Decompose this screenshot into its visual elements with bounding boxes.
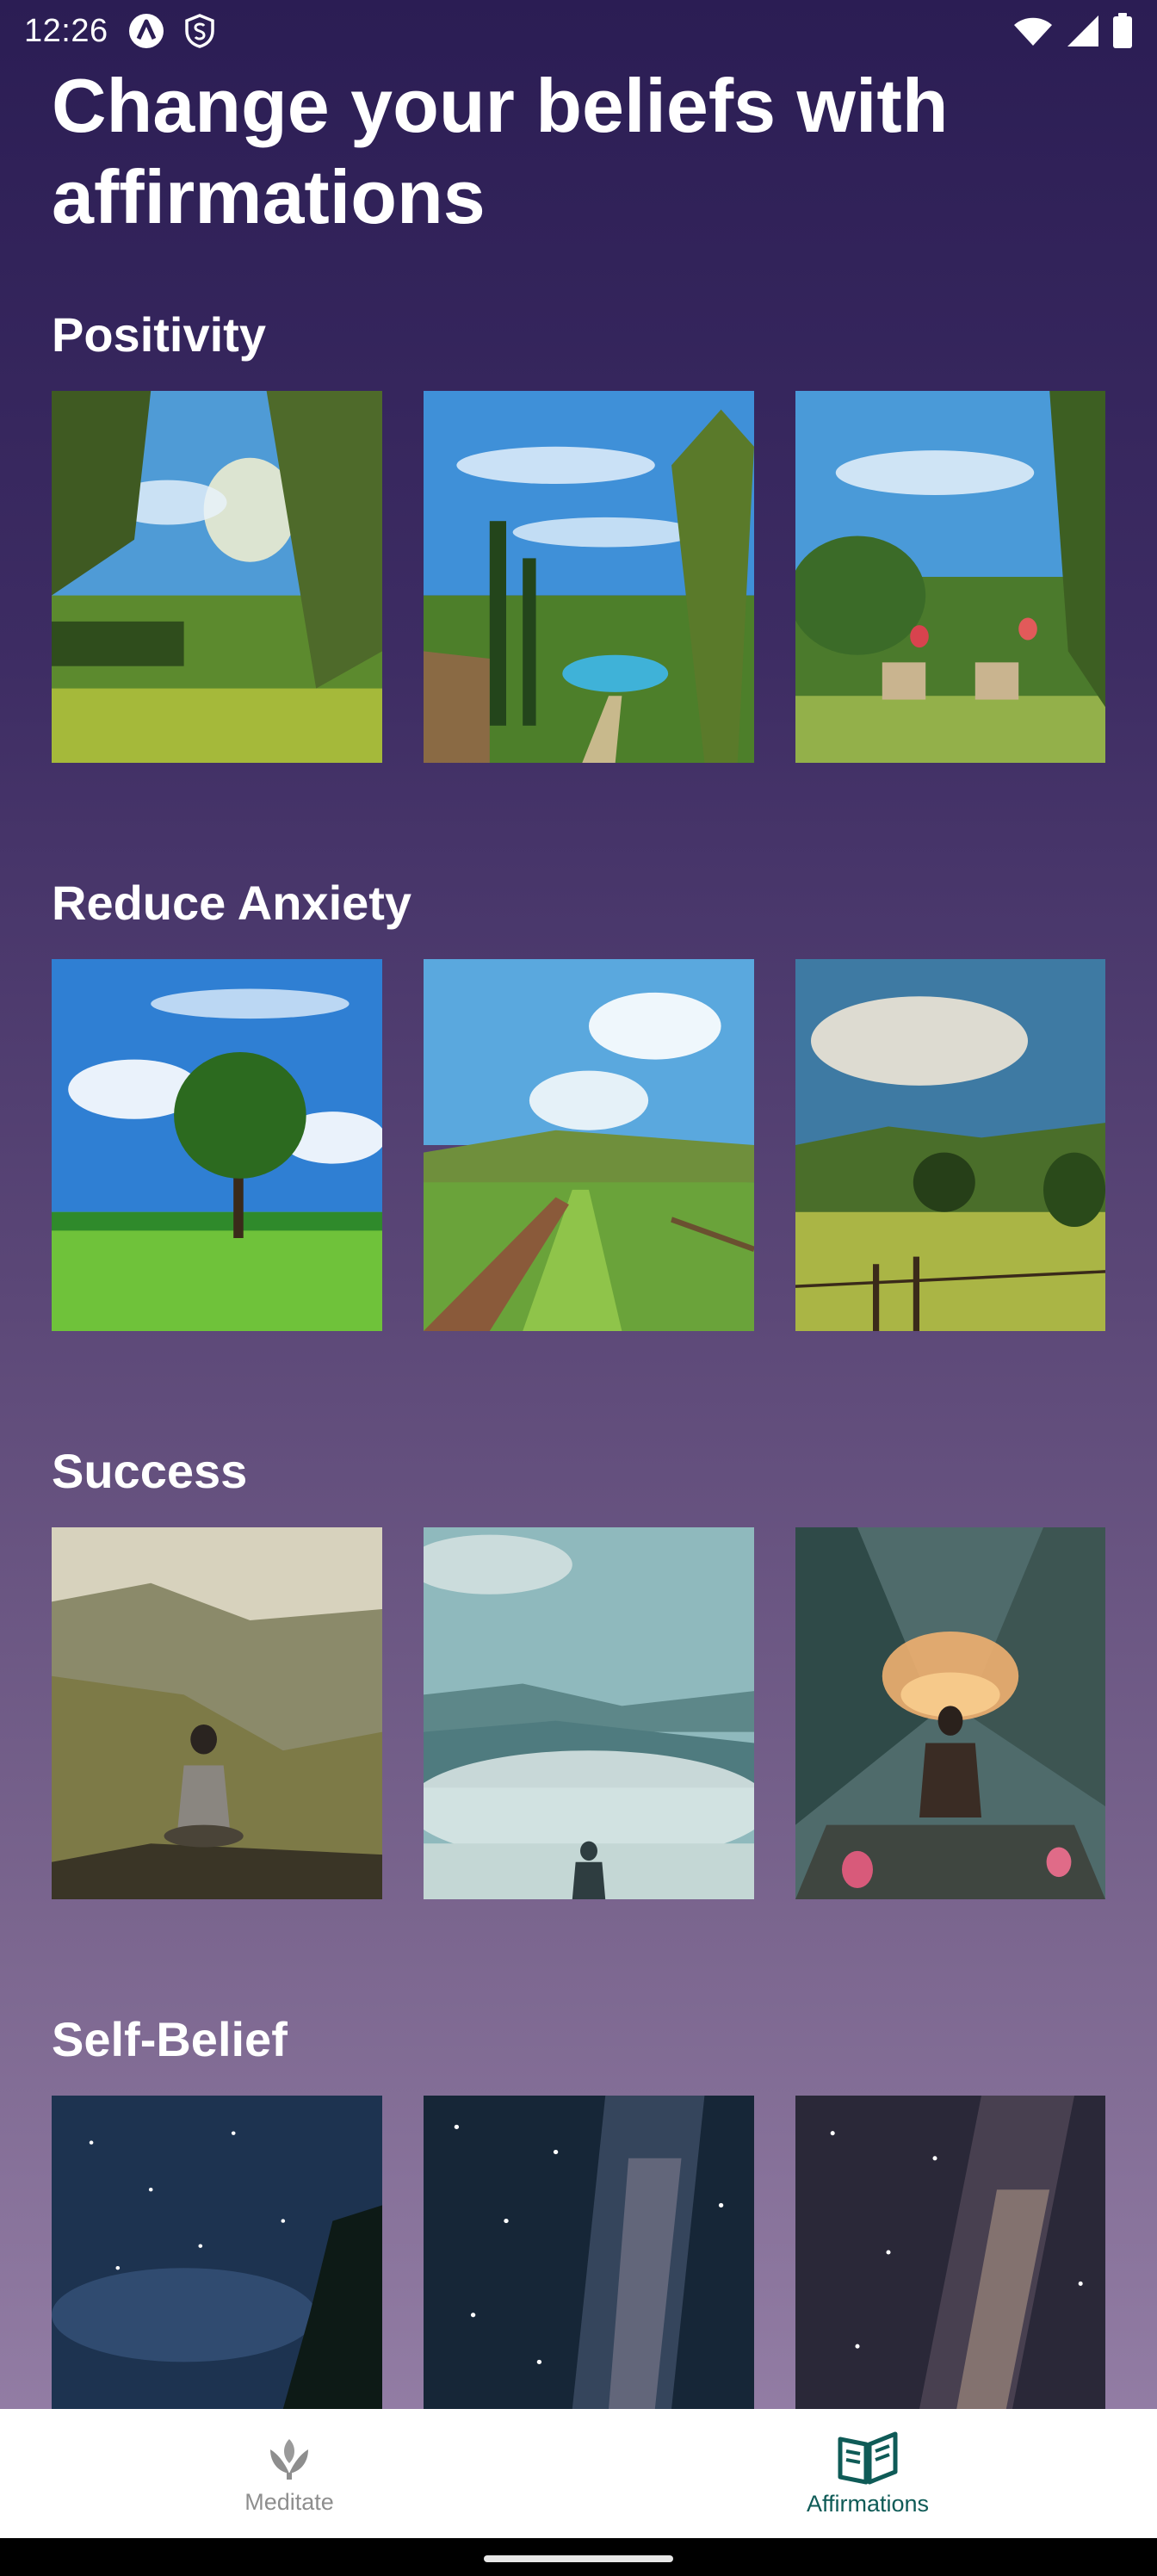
section-title-positivity: Positivity bbox=[52, 307, 266, 362]
image-card-garden-pool-palms[interactable] bbox=[424, 391, 754, 763]
image-card-sunny-garden-trees[interactable] bbox=[52, 391, 382, 763]
signal-icon bbox=[1067, 15, 1098, 46]
image-card-silhouette-above-clouds[interactable] bbox=[424, 1527, 754, 1899]
lotus-icon bbox=[270, 2438, 308, 2480]
shield-s-icon bbox=[184, 14, 214, 48]
image-card-milky-way-stars[interactable] bbox=[424, 2096, 754, 2409]
section-title-success: Success bbox=[52, 1444, 248, 1498]
nav-label-affirmations: Affirmations bbox=[806, 2490, 930, 2517]
open-book-icon bbox=[838, 2431, 898, 2484]
page-title: Change your beliefs with affirmations bbox=[52, 63, 949, 239]
section-title-self-belief: Self-Belief bbox=[52, 2012, 288, 2066]
image-card-countryside-path[interactable] bbox=[424, 959, 754, 1331]
image-row-success bbox=[52, 1527, 1105, 1899]
nav-item-meditate[interactable]: Meditate bbox=[0, 2409, 578, 2538]
app-a-icon bbox=[128, 14, 164, 48]
image-row-reduce-anxiety bbox=[52, 959, 1105, 1331]
gesture-handle[interactable] bbox=[484, 2555, 673, 2562]
image-card-night-sky-trees[interactable] bbox=[52, 2096, 382, 2409]
image-card-garden-patio-chairs[interactable] bbox=[795, 391, 1105, 763]
image-card-meditator-mountain-ledge[interactable] bbox=[52, 1527, 382, 1899]
battery-icon bbox=[1113, 13, 1132, 48]
section-title-reduce-anxiety: Reduce Anxiety bbox=[52, 876, 412, 930]
wifi-icon bbox=[1014, 17, 1052, 46]
status-bar: 12:26 bbox=[0, 0, 1157, 62]
status-time: 12:26 bbox=[24, 12, 108, 49]
image-row-self-belief bbox=[52, 2096, 1105, 2409]
nav-item-affirmations[interactable]: Affirmations bbox=[578, 2409, 1157, 2538]
bottom-navigation: Meditate Affirmations bbox=[0, 2409, 1157, 2538]
image-card-rolling-hills-fence[interactable] bbox=[795, 959, 1105, 1331]
image-card-lone-tree-meadow[interactable] bbox=[52, 959, 382, 1331]
status-left: 12:26 bbox=[24, 12, 215, 50]
status-right bbox=[1012, 13, 1133, 49]
nav-label-meditate: Meditate bbox=[244, 2488, 334, 2515]
image-row-positivity bbox=[52, 391, 1105, 763]
image-card-milky-way-galaxy[interactable] bbox=[795, 2096, 1105, 2409]
image-card-meditator-lake-sunset[interactable] bbox=[795, 1527, 1105, 1899]
